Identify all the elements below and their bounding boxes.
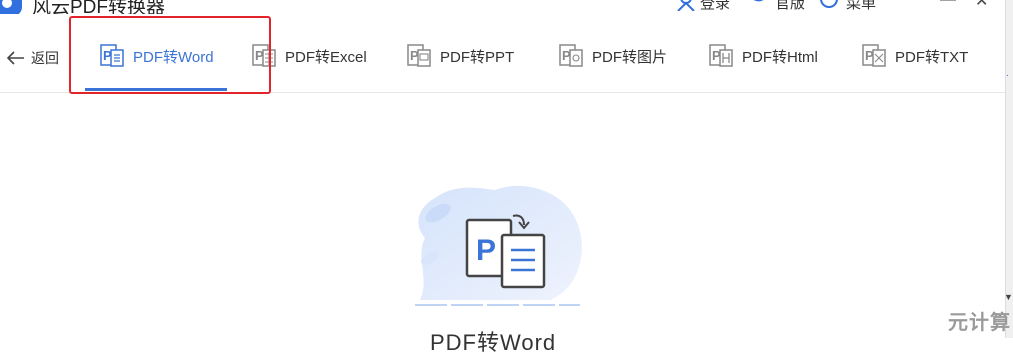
watermark: 元计算 [948,312,1011,334]
tab-pdf-to-html[interactable]: P PDF转Html [709,43,818,69]
pdf-txt-icon: P [862,44,886,67]
version-button[interactable]: 官版 [775,0,805,13]
pdf-to-word-illustration: P [415,185,582,306]
refresh-icon[interactable] [748,0,768,11]
tab-pdf-to-txt[interactable]: P PDF转TXT [862,43,968,69]
tab-label: PDF转TXT [895,48,969,66]
tab-pdf-to-ppt[interactable]: P PDF转PPT [407,43,514,69]
back-button[interactable]: 返回 [5,48,59,68]
app-logo-icon [0,0,22,14]
menu-button[interactable]: 菜单 [846,0,876,13]
app-title: 风云PDF转换器 [32,0,166,14]
highlight-annotation [69,16,271,94]
tab-label: PDF转图片 [592,48,668,66]
login-button[interactable]: 登录 [700,0,730,13]
back-label: 返回 [31,50,59,66]
arrow-left-icon [6,51,24,65]
tab-label: PDF转Html [742,48,818,66]
svg-text:P: P [476,234,496,267]
close-icon[interactable]: ✕ [975,0,988,11]
scroll-down-arrow-icon[interactable]: ▼ [1004,292,1013,302]
pdf-html-icon: P [709,44,733,67]
user-icon[interactable] [676,0,696,11]
minimize-icon[interactable]: — [940,0,956,9]
scrollbar[interactable] [1005,0,1013,338]
tab-label: PDF转Excel [285,48,367,66]
title-bar: 风云PDF转换器 登录 官版 菜单 — ✕ [0,0,1013,14]
conversion-caption: PDF转Word [430,330,557,355]
pdf-image-icon: P [559,44,583,67]
scroll-marker: . [1006,68,1009,79]
menu-icon[interactable] [819,0,839,11]
tab-pdf-to-image[interactable]: P PDF转图片 [559,43,667,69]
pdf-ppt-icon: P [407,44,431,67]
tab-label: PDF转PPT [440,48,515,66]
